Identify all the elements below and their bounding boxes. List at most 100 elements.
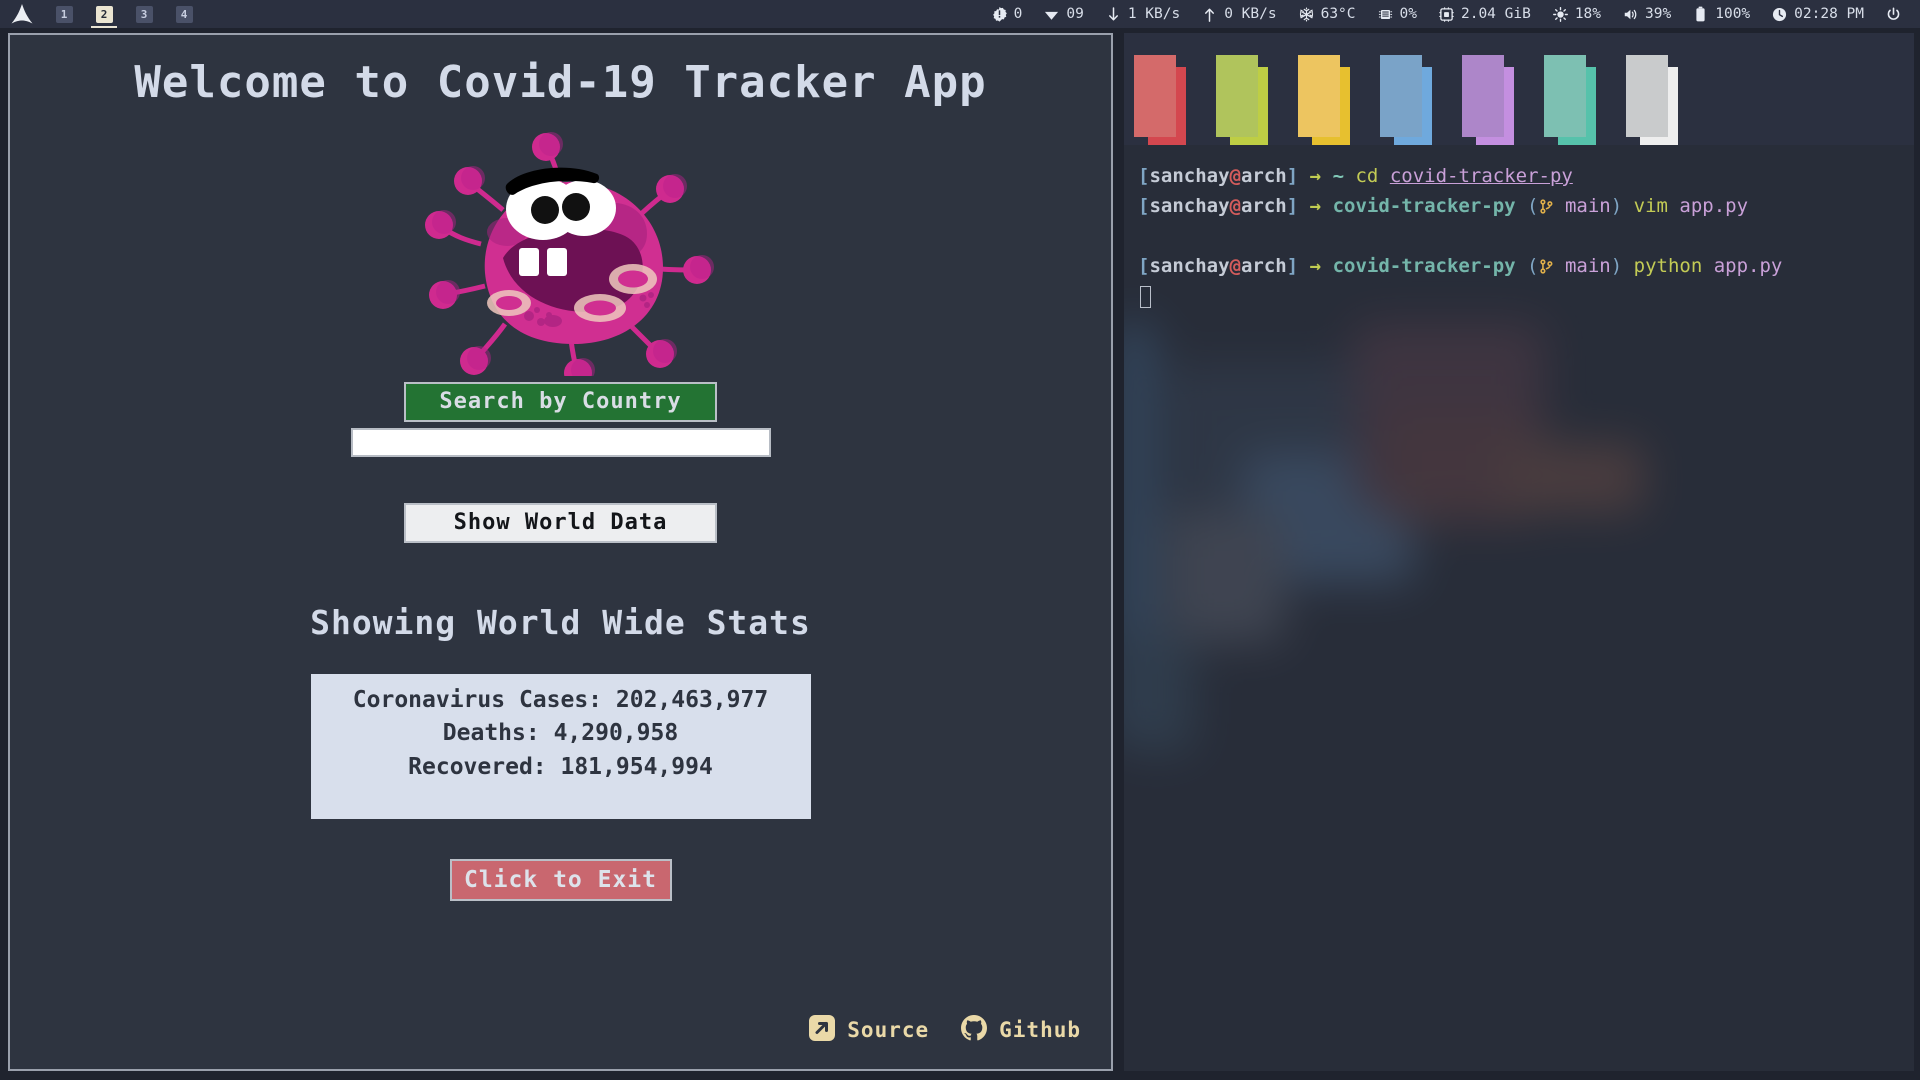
prompt-user: sanchay <box>1149 255 1230 277</box>
github-link-label: Github <box>999 1018 1081 1042</box>
source-link[interactable]: Source <box>809 1015 929 1045</box>
workspace-label: 3 <box>135 5 153 23</box>
tray-alert-badge[interactable]: 0 <box>981 0 1034 28</box>
tray-value: 39% <box>1645 6 1672 22</box>
prompt-at: @ <box>1229 255 1241 277</box>
prompt-arrow: → <box>1309 195 1322 217</box>
power-icon <box>1886 7 1901 22</box>
prompt-bracket: ] <box>1286 165 1299 187</box>
coronavirus-mascot-icon <box>10 112 1111 382</box>
tray-volume[interactable]: 39% <box>1612 0 1682 28</box>
stat-deaths: Deaths: 4,290,958 <box>442 720 679 747</box>
tray-value: 09 <box>1066 6 1084 22</box>
tray-value: 0 <box>1013 6 1023 22</box>
covid-tracker-window: Welcome to Covid-19 Tracker App Search b… <box>8 33 1113 1071</box>
workspace-label: 2 <box>95 5 113 23</box>
prompt-arrow: → <box>1309 255 1322 277</box>
prompt-host: arch <box>1240 255 1287 277</box>
system-tray: 0 09 1 KB/s 0 KB/s 63°C 0% 2.04 GiB 18% 39% 100% 0… <box>981 0 1920 28</box>
workspace-3[interactable]: 3 <box>124 0 164 28</box>
page-title: Welcome to Covid-19 Tracker App <box>134 57 987 108</box>
tray-value: 0% <box>1399 6 1417 22</box>
tray-value: 100% <box>1715 6 1751 22</box>
search-by-country-button[interactable]: Search by Country <box>404 382 717 422</box>
status-bar: 1 2 3 4 0 09 1 KB/s 0 KB/s 63°C 0% 2.04 GiB 18% 39%… <box>0 0 1920 28</box>
prompt-cwd: covid-tracker-py <box>1332 195 1516 217</box>
git-paren: ) <box>1610 255 1623 277</box>
prompt-bracket: [ <box>1138 255 1150 277</box>
source-link-label: Source <box>847 1018 930 1042</box>
cpu-chip-icon <box>1378 7 1393 22</box>
git-branch-icon <box>1539 255 1554 277</box>
prompt-cwd: covid-tracker-py <box>1332 255 1516 277</box>
tray-value: 63°C <box>1320 6 1356 22</box>
tray-download-arrow[interactable]: 1 KB/s <box>1095 0 1191 28</box>
country-search-input[interactable] <box>350 428 771 457</box>
tray-memory[interactable]: 2.04 GiB <box>1428 0 1542 28</box>
terminal-window[interactable]: [sanchay@arch] → ~ cd covid-tracker-py [s… <box>1124 33 1914 1071</box>
tray-upload-arrow[interactable]: 0 KB/s <box>1191 0 1287 28</box>
show-world-data-button[interactable]: Show World Data <box>404 503 717 543</box>
terminal-line: [sanchay@arch] → ~ cd covid-tracker-py <box>1138 161 1914 191</box>
tray-value: 1 KB/s <box>1127 6 1181 22</box>
prompt-at: @ <box>1229 195 1241 217</box>
terminal-line: [sanchay@arch] → covid-tracker-py ( main… <box>1138 251 1914 281</box>
prompt-bracket: [ <box>1138 195 1150 217</box>
tray-value: 0 KB/s <box>1224 6 1277 22</box>
arch-logo-icon[interactable] <box>0 0 44 28</box>
exit-button[interactable]: Click to Exit <box>449 859 672 901</box>
git-branch-name: main <box>1564 195 1611 217</box>
stats-heading: Showing World Wide Stats <box>310 603 811 642</box>
prompt-cwd: ~ <box>1332 165 1345 187</box>
tray-snowflake-temperature[interactable]: 63°C <box>1288 0 1367 28</box>
terminal-argument: covid-tracker-py <box>1389 165 1573 187</box>
prompt-host: arch <box>1240 165 1287 187</box>
terminal-argument: app.py <box>1713 255 1783 277</box>
git-paren: ) <box>1610 195 1623 217</box>
git-paren: ( <box>1527 195 1539 217</box>
tray-clock[interactable]: 02:28 PM <box>1761 0 1875 28</box>
prompt-arrow: → <box>1309 165 1322 187</box>
terminal-line: [sanchay@arch] → covid-tracker-py ( main… <box>1138 191 1914 221</box>
tray-wifi[interactable]: 09 <box>1033 0 1094 28</box>
prompt-at: @ <box>1229 165 1241 187</box>
github-link[interactable]: Github <box>961 1015 1081 1045</box>
terminal-argument: app.py <box>1679 195 1749 217</box>
terminal-command: python <box>1633 255 1703 277</box>
tray-value: 18% <box>1574 6 1602 22</box>
tray-value: 2.04 GiB <box>1460 6 1531 22</box>
git-branch-icon <box>1539 195 1554 217</box>
prompt-host: arch <box>1240 195 1287 217</box>
github-icon <box>961 1015 988 1045</box>
terminal-cursor <box>1140 285 1151 308</box>
prompt-bracket: ] <box>1286 255 1299 277</box>
alert-badge-icon <box>992 6 1007 22</box>
clock-icon <box>1772 7 1787 22</box>
wifi-icon <box>1044 7 1059 22</box>
terminal-command: vim <box>1633 195 1668 217</box>
terminal-cursor-line <box>1138 281 1914 311</box>
footer-links: Source Github <box>809 1015 1081 1045</box>
tray-battery[interactable]: 100% <box>1682 0 1761 28</box>
workspace-bar: 1 2 3 4 <box>0 0 204 28</box>
terminal-command: cd <box>1355 165 1379 187</box>
world-stats-panel: Coronavirus Cases: 202,463,977 Deaths: 4… <box>310 674 811 819</box>
brightness-icon <box>1552 6 1568 22</box>
workspace-1[interactable]: 1 <box>44 0 84 28</box>
workspace-2[interactable]: 2 <box>84 0 124 28</box>
tray-cpu-chip[interactable]: 0% <box>1367 0 1428 28</box>
workspace-label: 1 <box>55 5 73 23</box>
workspace-4[interactable]: 4 <box>164 0 204 28</box>
stat-cases: Coronavirus Cases: 202,463,977 <box>352 687 769 713</box>
memory-icon <box>1439 6 1454 22</box>
external-link-icon <box>809 1015 836 1045</box>
tray-brightness[interactable]: 18% <box>1542 0 1612 28</box>
stat-recovered: Recovered: 181,954,994 <box>408 753 713 780</box>
prompt-bracket: [ <box>1138 165 1150 187</box>
prompt-user: sanchay <box>1149 195 1230 217</box>
tray-value: 02:28 PM <box>1794 6 1864 22</box>
tray-power[interactable] <box>1875 0 1912 28</box>
snowflake-temperature-icon <box>1299 7 1314 22</box>
git-branch-name: main <box>1564 255 1611 277</box>
